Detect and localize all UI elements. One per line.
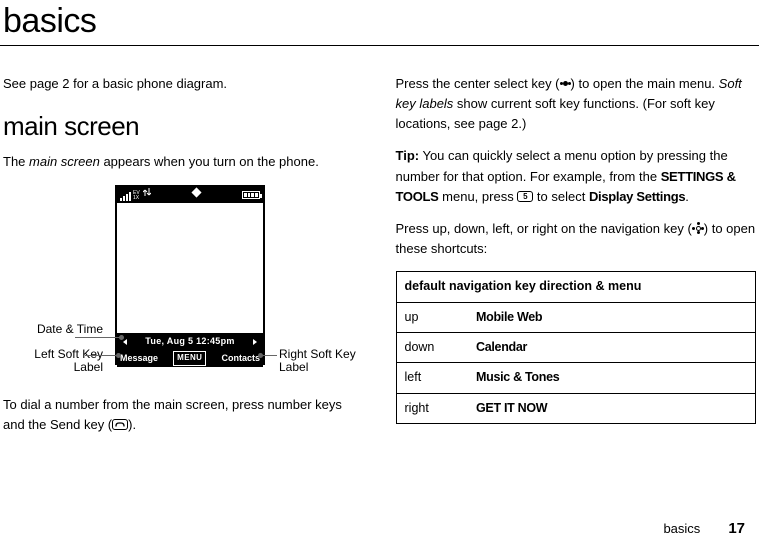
table-row: right GET IT NOW (396, 393, 756, 423)
navigation-key-icon (692, 222, 704, 234)
text-fragment: The (3, 154, 29, 169)
callout-leader-line (259, 355, 277, 356)
table-header: default navigation key direction & menu (396, 272, 756, 302)
text-fragment: Press the center select key ( (396, 76, 560, 91)
page-footer: basics 17 (663, 520, 745, 537)
callout-line: Label (74, 360, 103, 374)
battery-icon (242, 191, 260, 199)
text-fragment: ) to open the main menu. (571, 76, 719, 91)
display-settings-menu-name: Display Settings (589, 189, 685, 204)
intro-paragraph: See page 2 for a basic phone diagram. (3, 74, 364, 94)
right-soft-key-label: Contacts (221, 352, 260, 366)
two-column-layout: See page 2 for a basic phone diagram. ma… (0, 74, 759, 447)
direction-cell: down (396, 332, 468, 362)
text-fragment: To dial a number from the main screen, p… (3, 397, 342, 432)
page-title: basics (0, 0, 759, 46)
center-select-key-icon (560, 78, 571, 89)
callout-leader-line (85, 355, 120, 356)
menu-cell: Music & Tones (468, 363, 756, 393)
callout-date-time: Date & Time (3, 323, 103, 337)
menu-cell: Mobile Web (468, 302, 756, 332)
menu-cell: Calendar (468, 332, 756, 362)
phone-softkey-row: Message MENU Contacts (117, 351, 263, 367)
text-fragment: appears when you turn on the phone. (100, 154, 319, 169)
direction-cell: left (396, 363, 468, 393)
callout-left-soft-key: Left Soft Key Label (3, 348, 103, 376)
callout-line: Left Soft Key (34, 347, 103, 361)
main-screen-intro: The main screen appears when you turn on… (3, 152, 364, 172)
table-row: down Calendar (396, 332, 756, 362)
text-fragment: . (685, 189, 689, 204)
phone-status-bar: EV1X (117, 187, 263, 203)
phone-frame: EV1X Tue, Aug 5 12:45pm Message MENU (115, 185, 265, 365)
data-arrows-icon (143, 188, 151, 201)
footer-section-label: basics (663, 521, 700, 536)
text-fragment: to select (533, 189, 589, 204)
section-heading-main-screen: main screen (3, 106, 364, 146)
page-number: 17 (728, 520, 745, 537)
phone-diagram: EV1X Tue, Aug 5 12:45pm Message MENU (3, 185, 363, 385)
text-fragment: menu, press (439, 189, 518, 204)
nav-key-paragraph: Press up, down, left, or right on the na… (396, 219, 757, 259)
main-screen-term: main screen (29, 154, 100, 169)
table-row: left Music & Tones (396, 363, 756, 393)
direction-cell: right (396, 393, 468, 423)
left-soft-key-label: Message (120, 352, 158, 366)
callout-line: Right Soft Key (279, 347, 356, 361)
send-key-icon (112, 419, 128, 430)
phone-screen-body (117, 203, 263, 333)
dial-instruction: To dial a number from the main screen, p… (3, 395, 364, 435)
number-5-key-icon: 5 (517, 191, 533, 202)
navigation-shortcuts-table: default navigation key direction & menu … (396, 271, 757, 424)
tip-paragraph: Tip: You can quickly select a menu optio… (396, 146, 757, 206)
text-fragment: ). (128, 417, 136, 432)
direction-cell: up (396, 302, 468, 332)
status-center-icon (192, 188, 201, 200)
center-key-paragraph: Press the center select key ( ) to open t… (396, 74, 757, 134)
left-column: See page 2 for a basic phone diagram. ma… (3, 74, 364, 447)
right-column: Press the center select key ( ) to open t… (396, 74, 757, 447)
phone-date-time: Tue, Aug 5 12:45pm (117, 333, 263, 351)
text-fragment: Press up, down, left, or right on the na… (396, 221, 692, 236)
tip-label: Tip: (396, 148, 420, 163)
network-type-label: EV1X (133, 191, 140, 201)
callout-line: Label (279, 360, 308, 374)
menu-cell: GET IT NOW (468, 393, 756, 423)
callout-leader-line (75, 337, 123, 338)
menu-label: MENU (173, 351, 206, 365)
table-row: up Mobile Web (396, 302, 756, 332)
callout-right-soft-key: Right Soft Key Label (279, 348, 369, 376)
signal-icon (120, 192, 131, 201)
